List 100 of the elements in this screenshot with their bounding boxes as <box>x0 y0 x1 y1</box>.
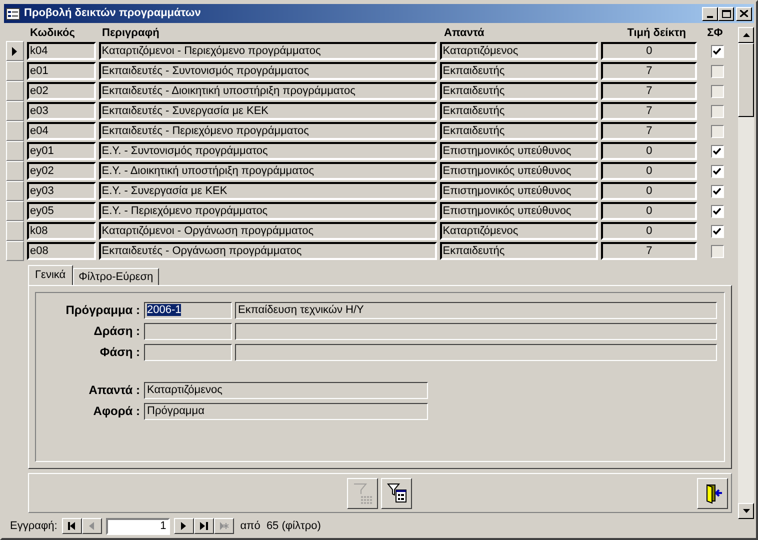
record-count-text: από 65 (φίλτρο) <box>240 518 321 534</box>
minimize-icon <box>707 16 713 18</box>
form-icon <box>6 8 20 20</box>
checkbox[interactable] <box>710 224 724 238</box>
table-cell: Ε.Υ. - Περιεχόμενο προγράμματος <box>98 202 437 220</box>
table-cell: 0 <box>601 222 698 240</box>
table-cell: 0 <box>601 182 698 200</box>
filter-form-icon <box>386 482 408 504</box>
scrollbar[interactable] <box>738 27 754 519</box>
scroll-up-icon[interactable] <box>742 33 750 37</box>
table-cell: e02 <box>26 82 96 100</box>
table-cell: Ε.Υ. - Συνεργασία με ΚΕΚ <box>98 182 437 200</box>
table-cell: Εκπαιδευτής <box>440 82 598 100</box>
table-cell: 0 <box>601 202 698 220</box>
field-label: Πρόγραμμα : <box>64 302 140 319</box>
input-field[interactable]: 2006-1 <box>144 302 232 318</box>
first-record-button[interactable] <box>62 518 82 534</box>
table-cell: ey05 <box>26 202 96 220</box>
table-cell: Καταρτιζόμενοι - Οργάνωση προγράμματος <box>98 222 437 240</box>
left-arrow-icon <box>88 522 97 530</box>
column-header: Απαντά <box>443 26 486 40</box>
table-cell: Καταρτιζόμενος <box>440 222 598 240</box>
column-header: Περιγραφή <box>101 26 160 40</box>
table-cell: 7 <box>601 102 698 120</box>
column-header: ΣΦ <box>706 26 724 40</box>
table-cell: e03 <box>26 102 96 120</box>
table-cell: Εκπαιδευτές - Συντονισμός προγράμματος <box>98 62 437 80</box>
table-cell: 7 <box>601 82 698 100</box>
checkbox[interactable] <box>710 44 724 58</box>
tab[interactable]: Φίλτρο-Εύρεση <box>72 268 160 285</box>
input-field[interactable] <box>144 344 232 360</box>
current-record-icon <box>12 46 18 56</box>
column-header: Τιμή δείκτη <box>626 26 687 40</box>
table-cell: 0 <box>601 42 698 60</box>
field-label: Δράση : <box>92 323 140 340</box>
table-cell: Εκπαιδευτές - Συνεργασία με ΚΕΚ <box>98 102 437 120</box>
table-cell: ey01 <box>26 142 96 160</box>
input-field[interactable]: Καταρτιζόμενος <box>144 382 428 398</box>
table-cell: e01 <box>26 62 96 80</box>
table-cell: Ε.Υ. - Συντονισμός προγράμματος <box>98 142 437 160</box>
checkbox[interactable] <box>710 164 724 178</box>
table-cell: 7 <box>601 122 698 140</box>
maximize-icon <box>722 10 730 18</box>
table-cell: Επιστημονικός υπεύθυνος <box>440 142 598 160</box>
filter-form-button[interactable] <box>381 478 412 508</box>
record-number-field[interactable]: 1 <box>106 518 170 534</box>
table-cell: 7 <box>601 62 698 80</box>
checkbox[interactable] <box>710 244 724 258</box>
table-cell: Εκπαιδευτής <box>440 242 598 260</box>
table-cell: Καταρτιζόμενος <box>440 42 598 60</box>
table-cell: Καταρτιζόμενοι - Περιεχόμενο προγράμματος <box>98 42 437 60</box>
field-label: Φάση : <box>98 344 140 361</box>
checkbox[interactable] <box>710 124 724 138</box>
checkbox[interactable] <box>710 104 724 118</box>
scroll-down-icon[interactable] <box>742 509 750 513</box>
scrollbar-thumb[interactable] <box>738 43 754 117</box>
table-cell: 0 <box>601 142 698 160</box>
input-field[interactable]: Πρόγραμμα <box>144 402 428 420</box>
table-cell: Εκπαιδευτής <box>440 102 598 120</box>
field-label: Αφορά : <box>92 403 140 420</box>
close-button[interactable] <box>736 6 752 20</box>
record-selector[interactable] <box>6 41 24 61</box>
window-title: Προβολή δεικτών προγραμμάτων <box>24 6 202 22</box>
minimize-button[interactable] <box>702 6 718 20</box>
table-cell: Εκπαιδευτές - Διοικητική υποστήριξη προγράμματος <box>98 82 437 100</box>
close-icon <box>740 10 748 17</box>
field-label: Απαντά : <box>88 382 140 399</box>
input-field[interactable] <box>235 322 717 340</box>
exit-button[interactable] <box>697 478 728 508</box>
maximize-button[interactable] <box>718 6 734 20</box>
table-cell: Επιστημονικός υπεύθυνος <box>440 202 598 220</box>
skip-end-icon <box>200 522 209 530</box>
filter-icon <box>352 482 374 504</box>
table-cell: Ε.Υ. - Διοικητική υποστήριξη προγράμματος <box>98 162 437 180</box>
table-cell: ey03 <box>26 182 96 200</box>
table-cell: k08 <box>26 222 96 240</box>
checkbox[interactable] <box>710 204 724 218</box>
skip-start-icon <box>68 522 77 530</box>
new-record-icon <box>220 522 229 530</box>
table-cell: e08 <box>26 242 96 260</box>
table-cell: Επιστημονικός υπεύθυνος <box>440 182 598 200</box>
checkbox[interactable] <box>710 144 724 158</box>
table-cell: Εκπαιδευτής <box>440 122 598 140</box>
input-field[interactable] <box>144 322 232 340</box>
input-field[interactable] <box>235 344 717 360</box>
checkbox[interactable] <box>710 184 724 198</box>
checkbox[interactable] <box>710 84 724 98</box>
table-cell: Εκπαιδευτής <box>440 62 598 80</box>
table-cell: 7 <box>601 242 698 260</box>
input-field[interactable]: Εκπαίδευση τεχνικών Η/Υ <box>235 302 717 318</box>
last-record-button[interactable] <box>194 518 214 534</box>
table-cell: e04 <box>26 122 96 140</box>
table-cell: k04 <box>26 42 96 60</box>
table-cell: 0 <box>601 162 698 180</box>
tab[interactable]: Γενικά <box>28 265 73 285</box>
checkbox[interactable] <box>710 64 724 78</box>
table-cell: Επιστημονικός υπεύθυνος <box>440 162 598 180</box>
next-record-button[interactable] <box>174 518 194 534</box>
table-cell: Εκπαιδευτές - Οργάνωση προγράμματος <box>98 242 437 260</box>
record-label: Εγγραφή: <box>10 518 58 534</box>
